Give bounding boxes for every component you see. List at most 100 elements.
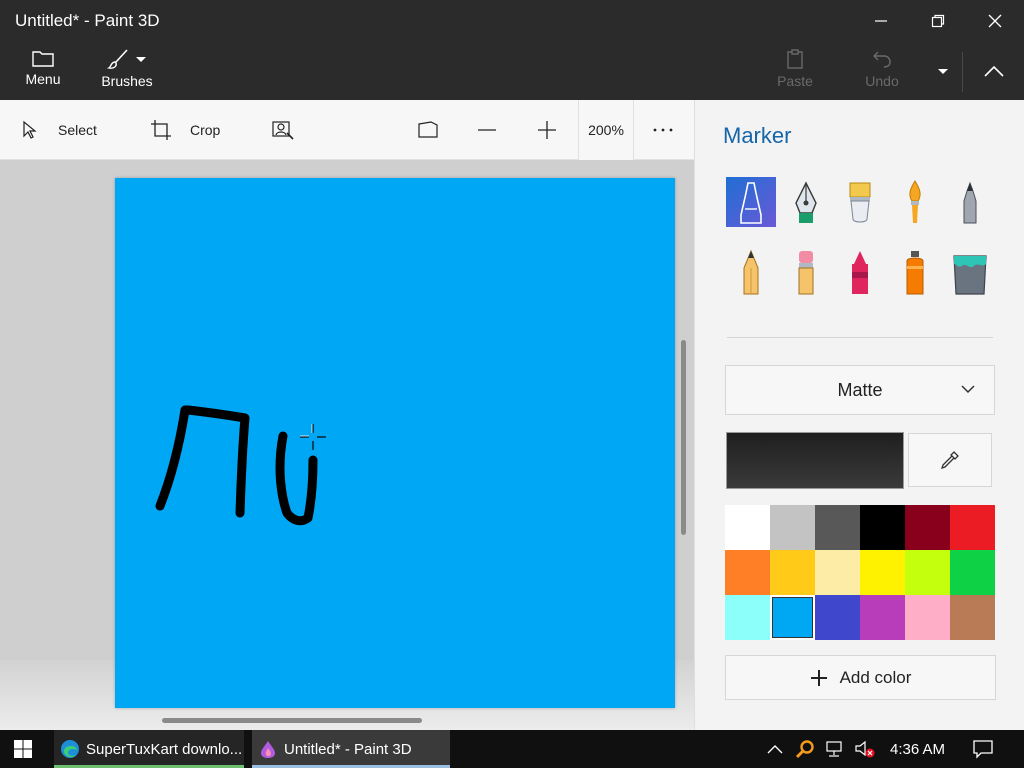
folder-icon <box>32 51 54 67</box>
brush-pencil[interactable] <box>726 247 776 297</box>
history-dropdown-button[interactable] <box>925 42 961 100</box>
restore-button[interactable] <box>910 0 966 42</box>
calligraphy-pen-icon <box>795 181 817 223</box>
taskbar: SuperTuxKart downlo... Untitled* - Paint… <box>0 730 1024 768</box>
paste-icon <box>787 49 803 69</box>
notification-center-button[interactable] <box>968 730 998 768</box>
select-tool-button[interactable]: Select <box>20 100 97 160</box>
start-button[interactable] <box>0 730 46 768</box>
color-swatch[interactable] <box>770 505 815 550</box>
crop-tool-button[interactable]: Crop <box>150 100 220 160</box>
collapse-ribbon-button[interactable] <box>968 42 1020 100</box>
eyedropper-button[interactable] <box>908 433 992 487</box>
minimize-icon <box>875 20 887 22</box>
close-button[interactable] <box>967 0 1023 42</box>
pencil-icon <box>743 249 759 295</box>
zoom-in-button[interactable] <box>536 100 558 160</box>
color-swatch[interactable] <box>950 595 995 640</box>
color-swatch[interactable] <box>860 595 905 640</box>
color-swatch[interactable] <box>770 595 815 640</box>
finish-dropdown[interactable]: Matte <box>725 365 995 415</box>
color-swatch[interactable] <box>860 505 905 550</box>
add-color-button[interactable]: Add color <box>725 655 996 700</box>
color-swatch[interactable] <box>860 550 905 595</box>
zoom-level[interactable]: 200% <box>578 100 634 160</box>
color-swatch[interactable] <box>905 505 950 550</box>
drawing-canvas[interactable] <box>115 178 675 708</box>
brush-crayon[interactable] <box>835 247 885 297</box>
undo-label: Undo <box>865 73 899 89</box>
color-swatch[interactable] <box>950 505 995 550</box>
paste-button[interactable]: Paste <box>772 42 818 100</box>
windows-logo-icon <box>14 740 32 758</box>
caret-down-icon <box>136 57 146 62</box>
chevron-up-icon <box>767 745 783 754</box>
window-title: Untitled* - Paint 3D <box>15 11 160 30</box>
brush-calligraphy-pen[interactable] <box>781 177 831 227</box>
search-tray-icon <box>795 740 814 759</box>
color-swatch[interactable] <box>950 550 995 595</box>
watercolor-icon <box>909 180 921 223</box>
color-swatch[interactable] <box>815 505 860 550</box>
brush-spray-can[interactable] <box>890 247 940 297</box>
tray-search-app[interactable] <box>792 730 818 768</box>
color-swatch[interactable] <box>725 505 770 550</box>
brush-icon <box>107 49 128 69</box>
color-swatch[interactable] <box>905 550 950 595</box>
crayon-icon <box>852 251 868 294</box>
eyedropper-icon <box>940 451 959 470</box>
taskbar-item-paint3d[interactable]: Untitled* - Paint 3D <box>252 730 450 768</box>
brush-oil[interactable] <box>835 177 885 227</box>
undo-icon <box>873 51 891 68</box>
color-swatch[interactable] <box>815 550 860 595</box>
network-button[interactable] <box>822 730 848 768</box>
paint3d-icon <box>261 741 275 758</box>
undo-button[interactable]: Undo <box>860 42 904 100</box>
canvas-drawing <box>155 405 318 526</box>
close-icon <box>988 14 1002 28</box>
select-icon <box>23 120 37 139</box>
more-icon <box>653 128 673 132</box>
brush-fill[interactable] <box>945 247 995 297</box>
panel-title: Marker <box>723 123 792 148</box>
color-palette <box>725 505 995 640</box>
brush-eraser[interactable] <box>781 247 831 297</box>
current-color-swatch[interactable] <box>726 432 904 489</box>
color-swatch[interactable] <box>905 595 950 640</box>
spray-can-icon <box>906 251 924 295</box>
ribbon: Menu Brushes Paste Undo <box>0 42 1024 100</box>
magic-select-button[interactable] <box>271 100 295 160</box>
show-hidden-icons-button[interactable] <box>762 730 788 768</box>
edge-icon <box>61 740 79 758</box>
zoom-out-icon <box>478 129 496 131</box>
color-swatch[interactable] <box>770 550 815 595</box>
minimize-button[interactable] <box>853 0 909 42</box>
color-swatch[interactable] <box>725 595 770 640</box>
brush-watercolor[interactable] <box>890 177 940 227</box>
fill-bucket-icon <box>953 255 987 295</box>
magic-select-icon <box>272 121 294 140</box>
restore-icon <box>931 14 945 28</box>
brush-panel: Marker Matte Add color <box>694 100 1024 730</box>
eraser-icon <box>798 251 814 295</box>
chevron-up-icon <box>984 65 1004 77</box>
color-swatch[interactable] <box>815 595 860 640</box>
brush-pixel-pen[interactable] <box>945 177 995 227</box>
menu-button[interactable]: Menu <box>18 42 68 100</box>
taskbar-item-label: Untitled* - Paint 3D <box>284 740 412 758</box>
view-3d-button[interactable] <box>417 100 439 160</box>
color-swatch[interactable] <box>725 550 770 595</box>
volume-muted-icon <box>855 740 875 758</box>
clock[interactable]: 4:36 AM <box>890 730 945 768</box>
zoom-out-button[interactable] <box>476 100 498 160</box>
network-icon <box>826 741 842 757</box>
more-options-button[interactable] <box>652 100 676 160</box>
crosshair-cursor-icon <box>300 424 326 450</box>
brushes-button[interactable]: Brushes <box>96 42 158 100</box>
crop-icon <box>151 120 171 140</box>
vertical-scrollbar[interactable] <box>681 340 686 535</box>
horizontal-scrollbar[interactable] <box>162 718 422 723</box>
brush-marker[interactable] <box>726 177 776 227</box>
taskbar-item-browser[interactable]: SuperTuxKart downlo... <box>54 730 244 768</box>
volume-button[interactable] <box>852 730 878 768</box>
